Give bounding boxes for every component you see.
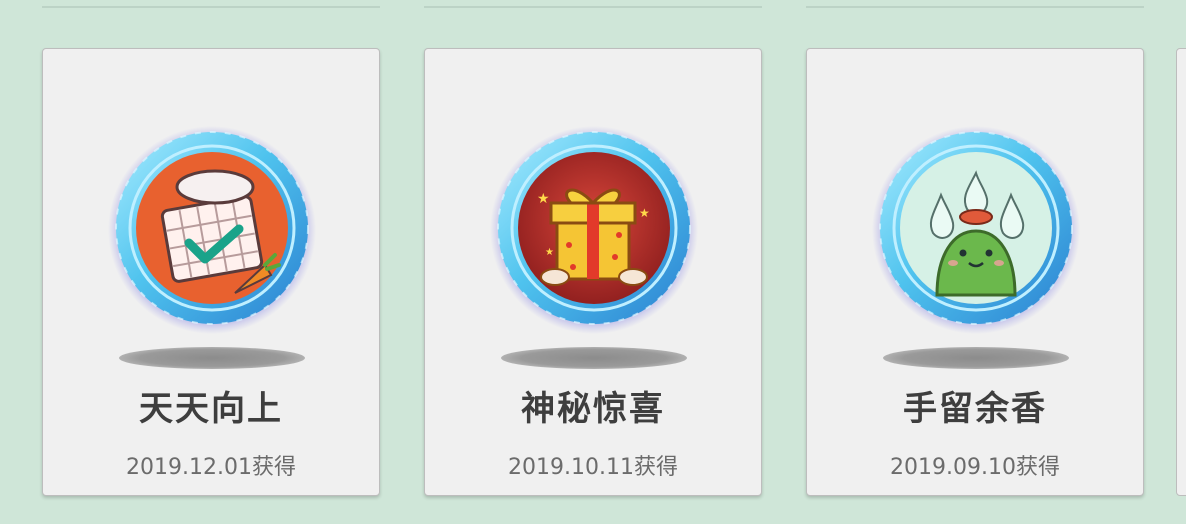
- badge-card[interactable]: ★ ★ ★ 神秘惊喜 2019.10.11获得: [424, 48, 762, 496]
- svg-text:★: ★: [639, 206, 650, 220]
- divider: [806, 6, 1144, 8]
- badge-card-partial[interactable]: [1176, 48, 1186, 496]
- badge-gallery: 天天向上 2019.12.01获得 ★ ★ ★ 神秘惊喜 2019.10.11获…: [0, 0, 1186, 524]
- badge-title: 天天向上: [139, 389, 283, 429]
- divider: [42, 6, 380, 8]
- badge-card[interactable]: 手留余香 2019.09.10获得: [806, 48, 1144, 496]
- badge-title: 神秘惊喜: [521, 389, 665, 429]
- badge-shadow: [883, 347, 1069, 369]
- badge-date: 2019.09.10获得: [890, 455, 1060, 480]
- divider: [424, 6, 762, 8]
- badge-date: 2019.12.01获得: [126, 455, 296, 480]
- badge-card[interactable]: 天天向上 2019.12.01获得: [42, 48, 380, 496]
- badge-shadow: [119, 347, 305, 369]
- svg-text:★: ★: [537, 191, 550, 207]
- green-creature-icon: [871, 125, 1081, 335]
- badge-shadow: [501, 347, 687, 369]
- badge-title: 手留余香: [903, 389, 1047, 429]
- svg-text:★: ★: [545, 247, 554, 258]
- badge-date: 2019.10.11获得: [508, 455, 678, 480]
- gift-box-icon: ★ ★ ★: [489, 125, 699, 335]
- calendar-check-icon: [107, 125, 317, 335]
